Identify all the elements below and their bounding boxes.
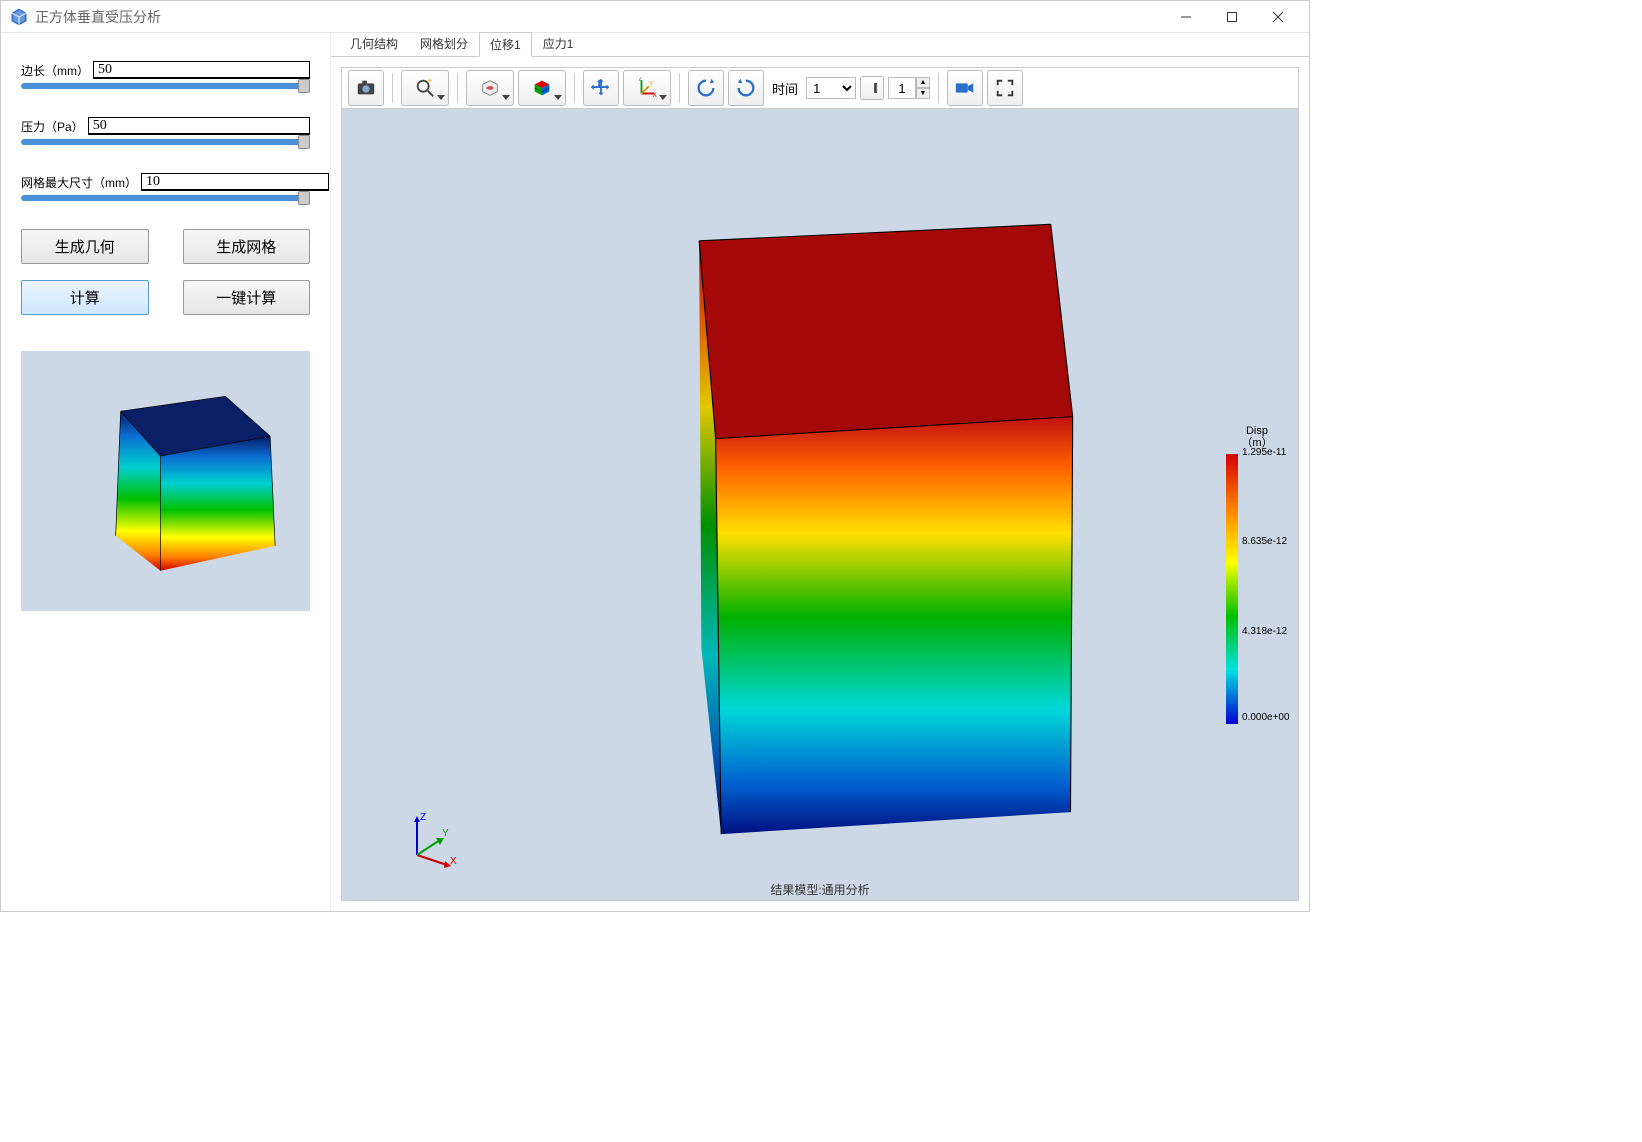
titlebar: 正方体垂直受压分析 bbox=[1, 1, 1309, 33]
preview-viewport[interactable] bbox=[21, 351, 310, 611]
minimize-button[interactable] bbox=[1163, 2, 1209, 32]
button-grid: 生成几何 生成网格 计算 一键计算 bbox=[21, 229, 310, 315]
pressure-label: 压力（Pa） bbox=[21, 118, 84, 135]
param-mesh: 网格最大尺寸（mm） bbox=[21, 173, 310, 201]
frame-input[interactable] bbox=[888, 77, 916, 99]
axis-triad: Z X Y bbox=[402, 810, 462, 870]
compute-button[interactable]: 计算 bbox=[21, 280, 149, 315]
rotate-ccw-icon[interactable] bbox=[688, 70, 724, 106]
fullscreen-icon[interactable] bbox=[987, 70, 1023, 106]
mesh-slider[interactable] bbox=[21, 195, 310, 201]
tab-strip: 几何结构 网格划分 位移1 应力1 bbox=[331, 33, 1309, 57]
window-title: 正方体垂直受压分析 bbox=[35, 7, 1163, 27]
result-model-label: 结果模型:通用分析 bbox=[770, 881, 869, 898]
svg-text:Z: Z bbox=[639, 77, 643, 83]
pressure-input[interactable] bbox=[88, 117, 310, 135]
color-legend: Disp（m） 1.295e-11 8.635e-12 4.318e-12 0.… bbox=[1222, 425, 1292, 745]
tab-displacement[interactable]: 位移1 bbox=[479, 32, 532, 57]
app-window: 正方体垂直受压分析 边长（mm） 压力（Pa） bbox=[0, 0, 1310, 912]
time-select[interactable]: 1 bbox=[806, 77, 856, 99]
svg-text:Y: Y bbox=[649, 80, 654, 87]
viewer-wrap: Z X Y 时间 1 bbox=[331, 57, 1309, 911]
legend-bar bbox=[1226, 454, 1238, 724]
move-icon[interactable] bbox=[583, 70, 619, 106]
edge-label: 边长（mm） bbox=[21, 62, 89, 79]
camera-icon[interactable] bbox=[348, 70, 384, 106]
legend-title: Disp（m） bbox=[1222, 425, 1292, 449]
frame-up[interactable]: ▲ bbox=[916, 77, 930, 88]
svg-text:X: X bbox=[653, 92, 658, 99]
zoom-icon[interactable] bbox=[401, 70, 449, 106]
viewer-toolbar: Z X Y 时间 1 bbox=[341, 67, 1299, 109]
tab-geometry[interactable]: 几何结构 bbox=[339, 31, 409, 56]
time-end-button[interactable] bbox=[860, 76, 884, 100]
mesh-label: 网格最大尺寸（mm） bbox=[21, 174, 137, 191]
legend-tick-2: 8.635e-12 bbox=[1242, 536, 1287, 547]
one-click-compute-button[interactable]: 一键计算 bbox=[183, 280, 311, 315]
tab-mesh[interactable]: 网格划分 bbox=[409, 31, 479, 56]
3d-viewport[interactable]: Disp（m） 1.295e-11 8.635e-12 4.318e-12 0.… bbox=[341, 109, 1299, 901]
cube-color-icon[interactable] bbox=[518, 70, 566, 106]
frame-spinner[interactable]: ▲▼ bbox=[888, 77, 930, 99]
edge-input[interactable] bbox=[93, 61, 310, 79]
time-label: 时间 bbox=[772, 79, 798, 98]
legend-tick-min: 0.000e+00 bbox=[1242, 712, 1290, 723]
tab-stress[interactable]: 应力1 bbox=[532, 31, 585, 56]
content: 边长（mm） 压力（Pa） 网格最大尺寸（mm） bbox=[1, 33, 1309, 911]
pressure-slider[interactable] bbox=[21, 139, 310, 145]
legend-tick-max: 1.295e-11 bbox=[1242, 447, 1286, 458]
svg-text:Y: Y bbox=[442, 828, 449, 839]
wireframe-icon[interactable] bbox=[466, 70, 514, 106]
video-icon[interactable] bbox=[947, 70, 983, 106]
app-icon bbox=[9, 7, 29, 27]
edge-slider[interactable] bbox=[21, 83, 310, 89]
main-area: 几何结构 网格划分 位移1 应力1 bbox=[331, 33, 1309, 911]
close-button[interactable] bbox=[1255, 2, 1301, 32]
axes-icon[interactable]: Z X Y bbox=[623, 70, 671, 106]
sidebar: 边长（mm） 压力（Pa） 网格最大尺寸（mm） bbox=[1, 33, 331, 911]
param-pressure: 压力（Pa） bbox=[21, 117, 310, 145]
mesh-input[interactable] bbox=[141, 173, 329, 191]
rotate-cw-icon[interactable] bbox=[728, 70, 764, 106]
frame-down[interactable]: ▼ bbox=[916, 88, 930, 99]
param-edge: 边长（mm） bbox=[21, 61, 310, 89]
generate-mesh-button[interactable]: 生成网格 bbox=[183, 229, 311, 264]
maximize-button[interactable] bbox=[1209, 2, 1255, 32]
svg-text:X: X bbox=[450, 856, 457, 867]
generate-geometry-button[interactable]: 生成几何 bbox=[21, 229, 149, 264]
svg-text:Z: Z bbox=[420, 812, 426, 823]
legend-tick-1: 4.318e-12 bbox=[1242, 626, 1287, 637]
